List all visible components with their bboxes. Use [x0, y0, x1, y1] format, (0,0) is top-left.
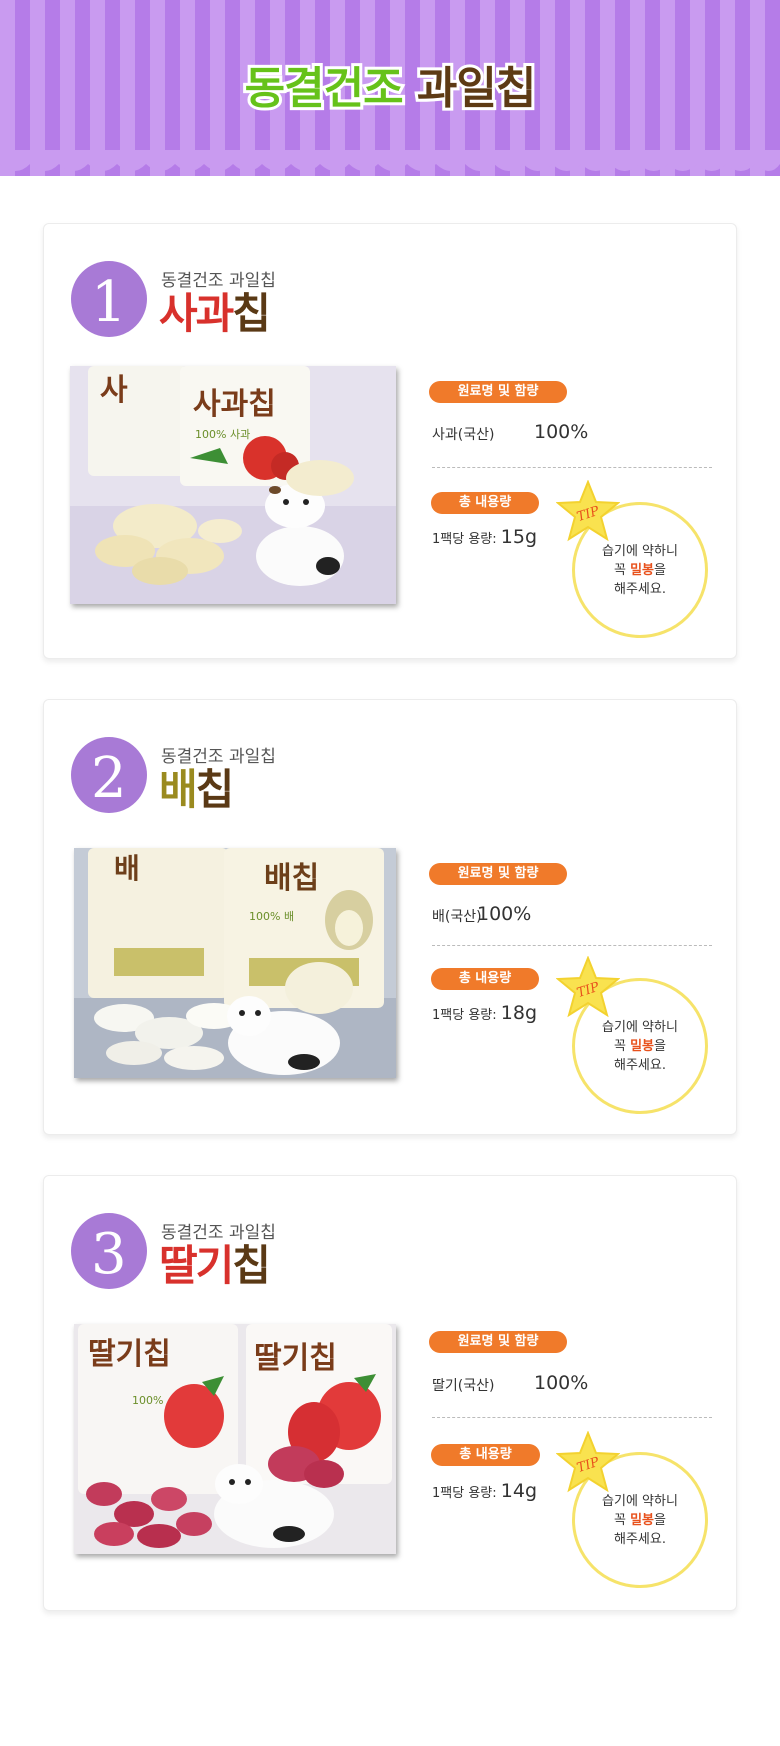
- product-name: 사과칩: [159, 288, 271, 340]
- tip-line2-c: 을: [654, 563, 666, 578]
- tip-star-icon: TIP: [556, 1431, 620, 1493]
- product-number: 1: [91, 270, 127, 335]
- product-name-suffix: 칩: [232, 289, 271, 338]
- ingredient-label: 원료명 및 함량: [429, 863, 567, 885]
- product-photo-pear: 배 배칩 100% 배: [74, 848, 396, 1078]
- package-percent: 100% 사과: [195, 428, 250, 441]
- volume-label: 총 내용량: [431, 492, 539, 514]
- product-card-apple: 1 동결건조 과일칩 사과칩 사 사과칩 100% 사과 원료명 및 함량 사과…: [43, 223, 737, 659]
- ingredient-name: 배(국산): [432, 909, 482, 925]
- tip-text: 습기에 약하니 꼭 밀봉을 해주세요.: [572, 1492, 708, 1549]
- tip-line2-highlight: 밀봉: [630, 1513, 655, 1528]
- product-photo-strawberry: 딸기칩 딸기칩 100%: [74, 1324, 396, 1554]
- tip-line3: 해주세요.: [614, 1532, 666, 1547]
- product-number: 3: [91, 1222, 127, 1287]
- ingredient-label: 원료명 및 함량: [429, 381, 567, 403]
- svg-text:배: 배: [114, 852, 140, 885]
- volume-prefix: 1팩당 용량:: [432, 532, 497, 547]
- product-number-badge: 3: [71, 1213, 147, 1289]
- tip-text: 습기에 약하니 꼭 밀봉을 해주세요.: [572, 542, 708, 599]
- volume-label: 총 내용량: [431, 1444, 540, 1466]
- product-photo-apple: 사 사과칩 100% 사과: [70, 366, 396, 604]
- volume-value: 15g: [500, 526, 538, 548]
- tip-text: 습기에 약하니 꼭 밀봉을 해주세요.: [572, 1018, 708, 1075]
- tip-line1: 습기에 약하니: [602, 544, 678, 559]
- tip-line2-highlight: 밀봉: [630, 1039, 655, 1054]
- svg-text:딸기칩: 딸기칩: [88, 1337, 171, 1372]
- tip-line2-c: 을: [654, 1039, 666, 1054]
- tip-line2-a: 꼭: [614, 1039, 631, 1054]
- header-scallop-edge: [0, 150, 780, 171]
- page-title: 동결건조 과일칩: [0, 52, 780, 117]
- volume-info: 1팩당 용량: 18g: [432, 1002, 537, 1024]
- package-percent: 100%: [132, 1394, 163, 1407]
- package-label: 배칩: [264, 861, 319, 896]
- product-card-strawberry: 3 동결건조 과일칩 딸기칩 딸기칩 딸기칩 100% 원료명 및 함량 딸기(…: [43, 1175, 737, 1611]
- info-divider: [432, 1417, 712, 1418]
- product-name-highlight: 딸기: [159, 1241, 234, 1290]
- tip-star-icon: TIP: [556, 480, 620, 542]
- volume-info: 1팩당 용량: 15g: [432, 526, 537, 548]
- product-number-badge: 2: [71, 737, 147, 813]
- volume-value: 14g: [500, 1480, 538, 1502]
- tip-line2-a: 꼭: [614, 1513, 631, 1528]
- tip-line2: 꼭 밀봉을: [572, 1037, 708, 1056]
- tip-line3: 해주세요.: [614, 1058, 666, 1073]
- tip-line2: 꼭 밀봉을: [572, 561, 708, 580]
- info-divider: [432, 945, 712, 946]
- ingredient-label: 원료명 및 함량: [429, 1331, 567, 1353]
- page-title-part2: 과일칩: [414, 60, 539, 117]
- volume-prefix: 1팩당 용량:: [432, 1486, 497, 1501]
- volume-info: 1팩당 용량: 14g: [432, 1480, 537, 1502]
- tip-line2-c: 을: [654, 1513, 666, 1528]
- tip-line1: 습기에 약하니: [602, 1494, 678, 1509]
- info-divider: [432, 467, 712, 468]
- svg-text:사: 사: [100, 373, 128, 408]
- product-card-pear: 2 동결건조 과일칩 배칩 배 배칩 100% 배 원료명 및 함량 배(국산)…: [43, 699, 737, 1135]
- package-label: 딸기칩: [254, 1341, 337, 1376]
- ingredient-percent: 100%: [534, 421, 589, 443]
- ingredient-name: 사과(국산): [432, 427, 495, 443]
- page-title-part1: 동결건조: [242, 60, 407, 117]
- tip-line3: 해주세요.: [614, 582, 666, 597]
- product-name-highlight: 배: [159, 765, 198, 814]
- package-percent: 100% 배: [249, 910, 294, 923]
- product-name-suffix: 칩: [232, 1241, 271, 1290]
- volume-label: 총 내용량: [431, 968, 539, 990]
- tip-line1: 습기에 약하니: [602, 1020, 678, 1035]
- ingredient-percent: 100%: [534, 1372, 589, 1394]
- tip-line2-highlight: 밀봉: [630, 563, 655, 578]
- tip-star-icon: TIP: [556, 956, 620, 1018]
- volume-prefix: 1팩당 용량:: [432, 1008, 497, 1023]
- product-name: 딸기칩: [159, 1240, 271, 1292]
- tip-line2-a: 꼭: [614, 563, 631, 578]
- product-number: 2: [91, 746, 127, 811]
- tip-line2: 꼭 밀봉을: [572, 1511, 708, 1530]
- package-label: 사과칩: [193, 387, 276, 422]
- product-name: 배칩: [159, 764, 235, 816]
- ingredient-name: 딸기(국산): [432, 1378, 495, 1394]
- product-number-badge: 1: [71, 261, 147, 337]
- product-name-suffix: 칩: [195, 765, 235, 814]
- product-name-highlight: 사과: [159, 289, 234, 338]
- ingredient-percent: 100%: [477, 903, 532, 925]
- volume-value: 18g: [500, 1002, 538, 1024]
